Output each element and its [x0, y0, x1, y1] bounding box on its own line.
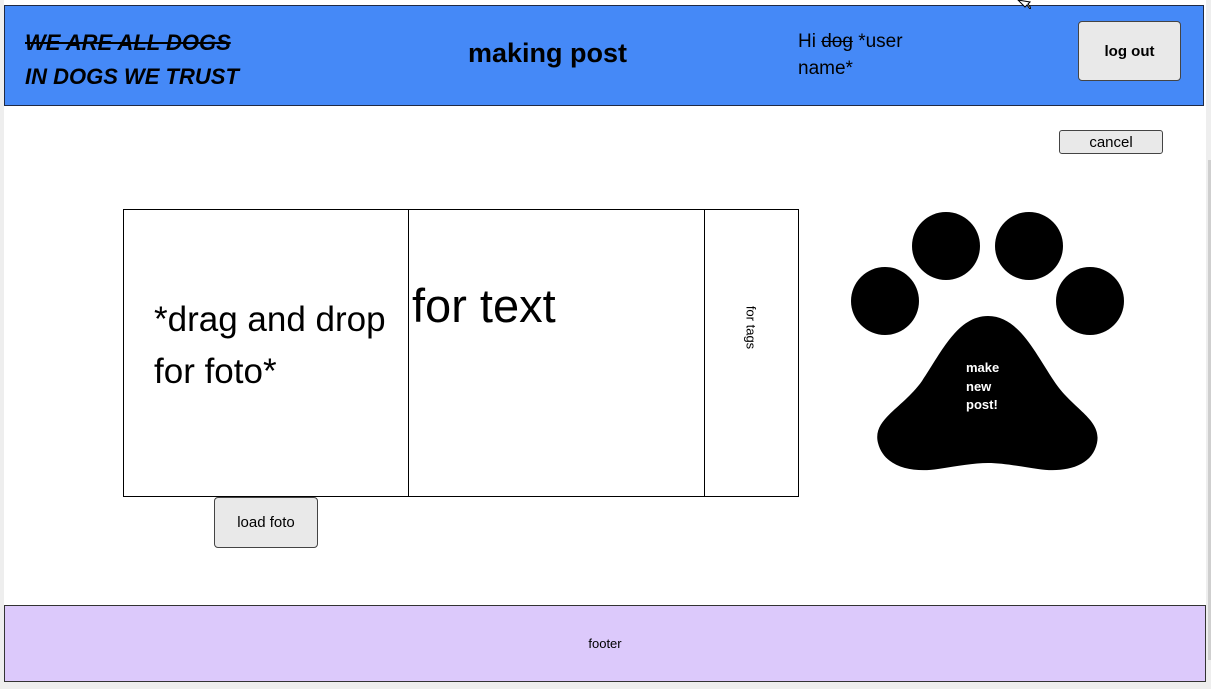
post-text-placeholder: for text — [412, 279, 556, 332]
mouse-cursor-icon — [1017, 0, 1031, 9]
post-editor: *drag and drop for foto* for text for ta… — [123, 209, 799, 497]
make-new-post-button[interactable]: make new post! — [850, 211, 1126, 477]
photo-drop-placeholder-line1: *drag and drop — [154, 300, 386, 339]
slogan-line-struck: WE ARE ALL DOGS — [25, 30, 231, 55]
post-text-field[interactable]: for text — [409, 210, 705, 496]
site-slogan: WE ARE ALL DOGS IN DOGS WE TRUST — [25, 26, 261, 90]
greeting-struck-word: dog — [821, 31, 853, 52]
user-greeting: Hi dog *user name* — [798, 28, 948, 82]
logout-button[interactable]: log out — [1078, 21, 1181, 81]
photo-drop-zone[interactable]: *drag and drop for foto* — [124, 210, 409, 496]
slogan-line: IN DOGS WE TRUST — [25, 64, 239, 89]
load-photo-button[interactable]: load foto — [214, 497, 318, 548]
page-title: making post — [467, 38, 628, 68]
footer-label: footer — [588, 636, 622, 651]
post-tags-field[interactable]: for tags — [705, 210, 798, 496]
window-bottom-border — [0, 682, 1211, 689]
paw-icon — [851, 212, 1124, 471]
photo-drop-placeholder: *drag and drop for foto* — [154, 294, 414, 398]
site-footer: footer — [4, 605, 1206, 682]
cancel-button[interactable]: cancel — [1059, 130, 1163, 154]
photo-drop-placeholder-line2: for foto* — [154, 352, 277, 391]
post-tags-placeholder: for tags — [743, 305, 759, 350]
greeting-prefix: Hi — [798, 31, 822, 52]
make-new-post-label: make new post! — [966, 360, 1000, 412]
site-header: WE ARE ALL DOGS IN DOGS WE TRUST making … — [4, 5, 1204, 106]
